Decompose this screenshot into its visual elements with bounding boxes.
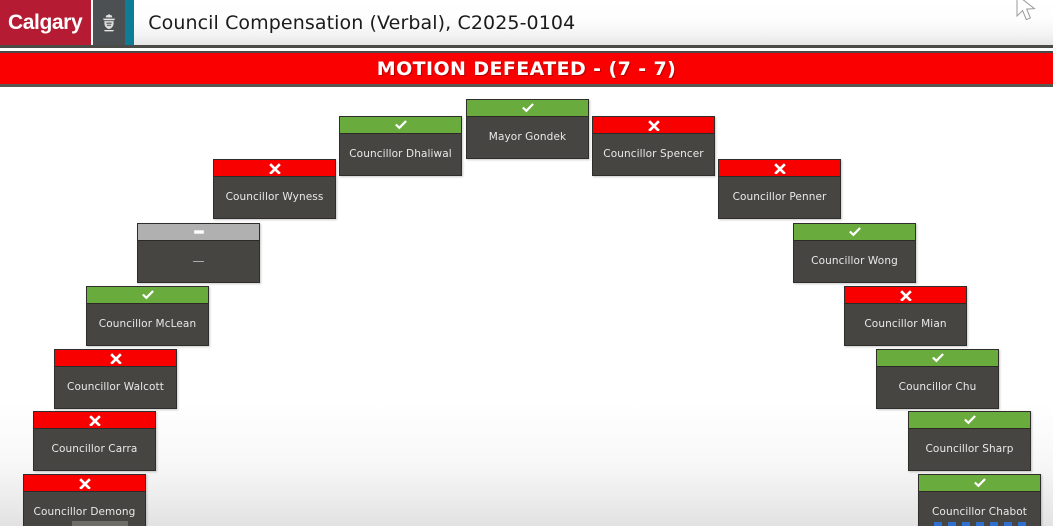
motion-result-text: MOTION DEFEATED - (7 - 7) [376,57,677,80]
vote-indicator-yes [340,117,461,134]
cross-icon [109,352,123,364]
checkmark-icon [973,477,987,489]
vote-indicator-yes [87,287,208,304]
vote-card[interactable]: Councillor Penner [718,159,841,219]
vote-card-body: Councillor Spencer [593,134,714,175]
checkmark-icon [141,289,155,301]
vote-indicator-no [719,160,840,177]
checkmark-icon [931,352,945,364]
cross-icon [899,289,913,301]
vote-card[interactable]: Councillor Dhaliwal [339,116,462,176]
vote-indicator-no [593,117,714,134]
cross-icon [88,414,102,426]
member-name: Councillor Spencer [603,147,704,160]
vote-card[interactable]: Councillor Chu [876,349,999,409]
council-chamber-seating: Councillor Dhaliwal Councillor Wyness — Cou… [0,90,1053,526]
vote-indicator-yes [877,350,998,367]
bottom-dashed-accent [934,522,1026,526]
vote-card-body: Councillor Dhaliwal [340,134,461,175]
brand-accent-stripe [125,0,135,45]
vote-card-body: Mayor Gondek [467,117,588,158]
city-crest-icon [91,0,126,45]
member-name: Councillor Mian [864,317,947,330]
member-name: Councillor Penner [732,190,827,203]
vote-indicator-yes [467,100,588,117]
dash-icon [192,226,206,238]
calgary-logo: Calgary [0,0,135,45]
vote-card[interactable]: Councillor McLean [86,286,209,346]
vote-card[interactable]: — [137,223,260,283]
checkmark-icon [963,414,977,426]
member-name: Councillor Chabot [932,505,1027,518]
page-title: Council Compensation (Verbal), C2025-010… [148,11,576,34]
header-bar: Calgary Council Compensation (Verbal), C… [0,0,1053,48]
vote-card-body: Councillor Sharp [909,429,1030,470]
vote-indicator-no [55,350,176,367]
vote-card[interactable]: Councillor Spencer [592,116,715,176]
member-name: Councillor Walcott [67,380,164,393]
member-name: Councillor Sharp [925,442,1014,455]
member-name: Councillor Dhaliwal [349,147,452,160]
member-name: Councillor Demong [33,505,136,518]
vote-card[interactable]: Councillor Carra [33,411,156,471]
vote-card-body: Councillor Mian [845,304,966,345]
vote-card-body: — [138,241,259,282]
checkmark-icon [848,226,862,238]
cross-icon [773,162,787,174]
vote-indicator-no [214,160,335,177]
member-name: Mayor Gondek [488,130,567,143]
member-name: Councillor Wyness [225,190,324,203]
cross-icon [647,119,661,131]
member-name: Councillor Chu [898,380,977,393]
vote-indicator-yes [909,412,1030,429]
vote-indicator-yes [919,475,1040,492]
vote-card-body: Councillor Wyness [214,177,335,218]
member-name: Councillor McLean [98,317,197,330]
vote-indicator-no [34,412,155,429]
motion-result-banner: MOTION DEFEATED - (7 - 7) [0,51,1053,87]
cross-icon [78,477,92,489]
vote-card[interactable]: Councillor Walcott [54,349,177,409]
checkmark-icon [521,102,535,114]
calgary-wordmark: Calgary [0,0,92,45]
vote-card[interactable]: Councillor Wyness [213,159,336,219]
vote-card[interactable]: Councillor Chabot [918,474,1041,526]
vote-card-body: Councillor Penner [719,177,840,218]
vote-card[interactable]: Councillor Wong [793,223,916,283]
lower-seat-edge [72,521,128,526]
vote-card-body: Councillor Carra [34,429,155,470]
vote-card-body: Councillor Chabot [919,492,1040,526]
checkmark-icon [394,119,408,131]
vote-indicator-yes [794,224,915,241]
member-name: — [192,253,205,268]
vote-card-body: Councillor Wong [794,241,915,282]
vote-card-body: Councillor Chu [877,367,998,408]
member-name: Councillor Wong [811,254,898,267]
vote-indicator-no [845,287,966,304]
vote-display-screen: Calgary Council Compensation (Verbal), C… [0,0,1053,526]
vote-card[interactable]: Councillor Sharp [908,411,1031,471]
vote-card[interactable]: Mayor Gondek [466,99,589,159]
vote-indicator-no [24,475,145,492]
vote-card-body: Councillor Walcott [55,367,176,408]
cross-icon [268,162,282,174]
vote-card-body: Councillor McLean [87,304,208,345]
vote-card[interactable]: Councillor Demong [23,474,146,526]
vote-card[interactable]: Councillor Mian [844,286,967,346]
member-name: Councillor Carra [51,442,138,455]
vote-indicator-vacant [138,224,259,241]
title-zone: Council Compensation (Verbal), C2025-010… [134,0,1053,45]
